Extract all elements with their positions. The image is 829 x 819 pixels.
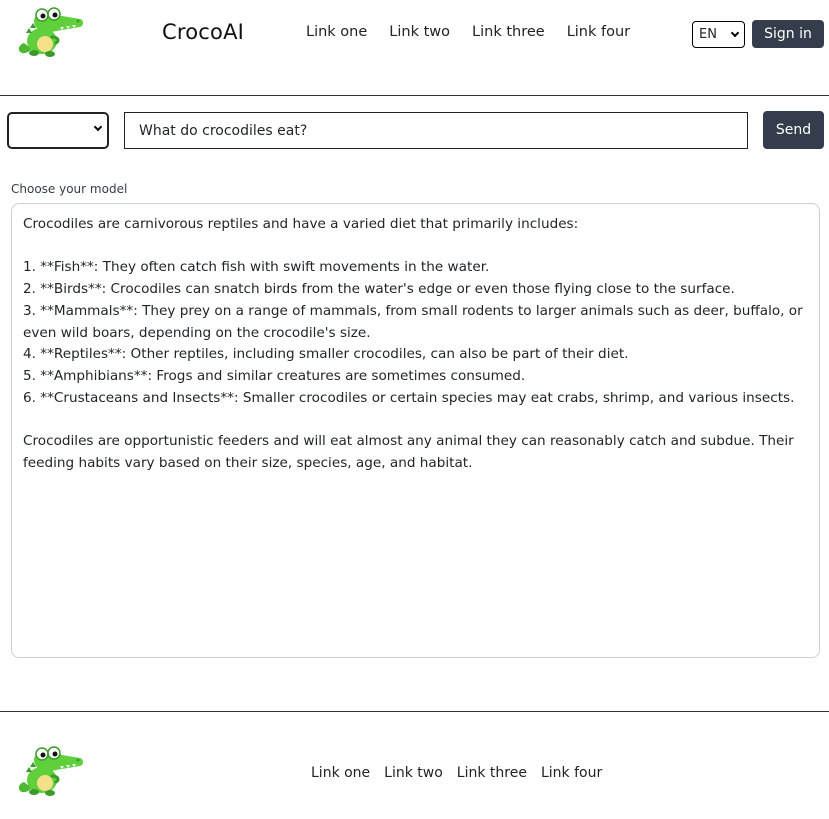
language-select[interactable]: EN	[692, 21, 745, 48]
footer-link-one[interactable]: Link one	[311, 765, 370, 781]
crocodile-logo-icon[interactable]	[16, 742, 84, 797]
crocodile-logo-icon[interactable]	[16, 3, 84, 58]
site-footer: Link one Link two Link three Link four	[0, 711, 829, 819]
nav-link-four[interactable]: Link four	[567, 24, 630, 40]
response-textarea[interactable]: Crocodiles are carnivorous reptiles and …	[11, 203, 820, 658]
model-select-label: Choose your model	[11, 182, 128, 196]
chevron-down-icon	[93, 122, 103, 132]
question-input[interactable]	[124, 112, 748, 149]
nav-link-three[interactable]: Link three	[472, 24, 545, 40]
language-value: EN	[699, 27, 717, 42]
footer-link-three[interactable]: Link three	[457, 765, 527, 781]
footer-nav: Link one Link two Link three Link four	[311, 765, 616, 781]
site-header: CrocoAI Link one Link two Link three Lin…	[0, 0, 829, 96]
header-nav: Link one Link two Link three Link four	[306, 24, 652, 40]
nav-link-two[interactable]: Link two	[389, 24, 450, 40]
sign-in-button[interactable]: Sign in	[752, 20, 824, 48]
footer-link-two[interactable]: Link two	[384, 765, 443, 781]
nav-link-one[interactable]: Link one	[306, 24, 367, 40]
model-select[interactable]	[7, 112, 109, 149]
footer-link-four[interactable]: Link four	[541, 765, 602, 781]
brand-name: CrocoAI	[162, 20, 245, 44]
chevron-down-icon	[730, 28, 740, 37]
send-button[interactable]: Send	[763, 111, 824, 149]
